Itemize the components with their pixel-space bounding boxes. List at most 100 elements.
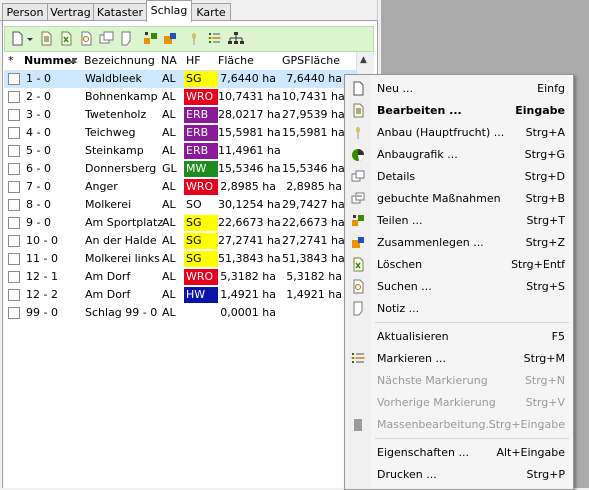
- cell-nummer: 4 - 0: [26, 126, 51, 139]
- menu-separator: [375, 322, 569, 323]
- column-nummer[interactable]: Nummer: [24, 54, 77, 67]
- menu-item-bearbeiten[interactable]: Bearbeiten ... Eingabe: [345, 100, 573, 122]
- tab-karte[interactable]: Karte: [191, 3, 231, 21]
- table-row[interactable]: 5 - 0 Steinkamp AL ERB 11,4961 ha: [4, 142, 356, 160]
- table-row[interactable]: 2 - 0 Bohnenkamp AL WRO 10,7431 ha 10,7431 ha: [4, 88, 356, 106]
- menu-item-details[interactable]: Details Strg+D: [345, 166, 573, 188]
- row-checkbox[interactable]: [8, 91, 20, 103]
- table-row[interactable]: 12 - 2 Am Dorf AL HW 1,4921 ha 1,4921 ha: [4, 286, 356, 304]
- menu-item-anbaugrafik[interactable]: Anbaugrafik ... Strg+G: [345, 144, 573, 166]
- table-row[interactable]: 99 - 0 Schlag 99 - 0 AL 0,0001 ha: [4, 304, 356, 322]
- cell-hf: WRO: [184, 269, 218, 285]
- chevron-down-icon[interactable]: [26, 31, 34, 46]
- table-row[interactable]: 10 - 0 An der Halde AL SG 27,2741 ha 27,2741 …: [4, 232, 356, 250]
- table-row[interactable]: 8 - 0 Molkerei AL SO 30,1254 ha 29,7427 ha: [4, 196, 356, 214]
- tab-vertrag[interactable]: Vertrag: [47, 3, 94, 21]
- cell-bezeichnung: Bohnenkamp: [85, 90, 158, 103]
- cell-na: AL: [162, 270, 176, 283]
- cell-hf: MW: [184, 161, 218, 177]
- search-icon[interactable]: [79, 31, 94, 46]
- cell-gpsflaeche: 7,6440 ha: [286, 72, 342, 85]
- cell-bezeichnung: Twetenholz: [85, 108, 147, 121]
- cell-bezeichnung: Waldbleek: [85, 72, 142, 85]
- mark-icon[interactable]: [207, 31, 222, 46]
- menu-item-drucken[interactable]: Drucken ... Strg+P: [345, 464, 573, 486]
- cell-hf: SO: [184, 197, 218, 213]
- table-row[interactable]: 1 - 0 Waldbleek AL SG 7,6440 ha 7,6440 ha: [4, 70, 356, 88]
- edit-document-icon[interactable]: [39, 31, 54, 46]
- row-checkbox[interactable]: [8, 253, 20, 265]
- column-flaeche[interactable]: Fläche: [218, 54, 254, 67]
- row-checkbox[interactable]: [8, 307, 20, 319]
- menu-item-label: Nächste Markierung: [377, 374, 488, 387]
- cell-flaeche: 11,4961 ha: [218, 144, 281, 157]
- row-checkbox[interactable]: [8, 109, 20, 121]
- merge-icon[interactable]: [163, 31, 178, 46]
- table-row[interactable]: 7 - 0 Anger AL WRO 2,8985 ha 2,8985 ha: [4, 178, 356, 196]
- cell-nummer: 11 - 0: [26, 252, 58, 265]
- column-star[interactable]: *: [8, 54, 14, 67]
- table-row[interactable]: 3 - 0 Twetenholz AL ERB 28,0217 ha 27,9539 ha: [4, 106, 356, 124]
- menu-item-notiz[interactable]: Notiz ...: [345, 298, 573, 320]
- cell-na: GL: [162, 162, 177, 175]
- menu-item-gebuchte-maßnahmen[interactable]: gebuchte Maßnahmen Strg+B: [345, 188, 573, 210]
- column-hf[interactable]: HF: [186, 54, 201, 67]
- cell-gpsflaeche: 27,9539 ha: [282, 108, 345, 121]
- cell-gpsflaeche: 27,2741 ha: [282, 234, 345, 247]
- menu-item-markieren[interactable]: Markieren ... Strg+M: [345, 348, 573, 370]
- row-checkbox[interactable]: [8, 145, 20, 157]
- bulk-edit-icon: [354, 419, 362, 431]
- tab-person[interactable]: Person: [2, 3, 48, 21]
- row-checkbox[interactable]: [8, 235, 20, 247]
- row-checkbox[interactable]: [8, 271, 20, 283]
- table-row[interactable]: 6 - 0 Donnersberg GL MW 15,5346 ha 15,5346 ha: [4, 160, 356, 178]
- column-na[interactable]: NA: [161, 54, 177, 67]
- menu-item-neu[interactable]: Neu ... Einfg: [345, 78, 573, 100]
- menu-item-eigenschaften[interactable]: Eigenschaften ... Alt+Eingabe: [345, 442, 573, 464]
- tab-schlag[interactable]: Schlag: [146, 0, 192, 22]
- table-row[interactable]: 4 - 0 Teichweg AL ERB 15,5981 ha 15,5981 ha: [4, 124, 356, 142]
- details-icon[interactable]: [99, 31, 114, 46]
- tab-kataster[interactable]: Kataster: [93, 3, 147, 21]
- hierarchy-icon[interactable]: [227, 31, 245, 46]
- menu-item-aktualisieren[interactable]: Aktualisieren F5: [345, 326, 573, 348]
- cell-flaeche: 28,0217 ha: [218, 108, 281, 121]
- row-checkbox[interactable]: [8, 289, 20, 301]
- menu-item-shortcut: Strg+G: [524, 148, 565, 161]
- menu-item-label: Massenbearbeitung...: [377, 418, 496, 431]
- column-bezeichnung[interactable]: Bezeichnung: [84, 54, 155, 67]
- menu-item-shortcut: Strg+S: [526, 280, 565, 293]
- crop-plant-icon[interactable]: [187, 31, 202, 46]
- cell-bezeichnung: Am Dorf: [85, 288, 131, 301]
- menu-item-label: Zusammenlegen ...: [377, 236, 484, 249]
- menu-item-löschen[interactable]: Löschen Strg+Entf: [345, 254, 573, 276]
- row-checkbox[interactable]: [8, 217, 20, 229]
- row-checkbox[interactable]: [8, 73, 20, 85]
- delete-icon[interactable]: [59, 31, 74, 46]
- cell-hf: ERB: [184, 125, 218, 141]
- scroll-up-icon[interactable]: ▲: [360, 55, 367, 65]
- menu-item-suchen[interactable]: Suchen ... Strg+S: [345, 276, 573, 298]
- menu-item-teilen[interactable]: Teilen ... Strg+T: [345, 210, 573, 232]
- menu-item-zusammenlegen[interactable]: Zusammenlegen ... Strg+Z: [345, 232, 573, 254]
- new-document-icon[interactable]: [10, 31, 25, 46]
- table-row[interactable]: 12 - 1 Am Dorf AL WRO 5,3182 ha 5,3182 ha: [4, 268, 356, 286]
- column-gpsflaeche[interactable]: GPSFläche: [282, 54, 340, 67]
- menu-item-anbau-hauptfrucht[interactable]: Anbau (Hauptfrucht) ... Strg+A: [345, 122, 573, 144]
- sort-ascending-icon: [70, 58, 77, 63]
- merge-icon: [352, 237, 364, 248]
- row-checkbox[interactable]: [8, 199, 20, 211]
- row-checkbox[interactable]: [8, 181, 20, 193]
- cell-bezeichnung: Anger: [85, 180, 118, 193]
- search-icon: [353, 279, 364, 294]
- row-checkbox[interactable]: [8, 127, 20, 139]
- cell-bezeichnung: Am Sportplatz: [85, 216, 164, 229]
- menu-item-shortcut: Strg+D: [524, 170, 565, 183]
- row-checkbox[interactable]: [8, 163, 20, 175]
- table-row[interactable]: 11 - 0 Molkerei links AL SG 51,3843 ha 51,384…: [4, 250, 356, 268]
- cell-na: AL: [162, 144, 176, 157]
- split-icon[interactable]: [143, 31, 158, 46]
- note-icon[interactable]: [119, 31, 134, 46]
- table-row[interactable]: 9 - 0 Am Sportplatz AL SG 22,6673 ha 22,6673 …: [4, 214, 356, 232]
- cell-bezeichnung: Am Dorf: [85, 270, 131, 283]
